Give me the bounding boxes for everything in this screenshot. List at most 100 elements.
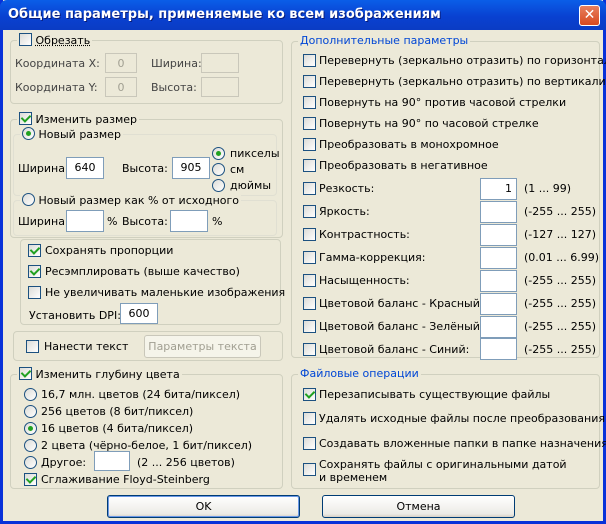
crop-height-input[interactable]	[201, 77, 239, 97]
balance-red-label: Цветовой баланс - Красный:	[319, 297, 484, 310]
coord-x-input[interactable]: 0	[105, 53, 137, 73]
balance-green-checkbox[interactable]	[303, 320, 316, 333]
rotate-ccw-label: Повернуть на 90° против часовой стрелки	[319, 96, 567, 109]
keep-dates-checkbox[interactable]	[303, 463, 316, 476]
sharpness-label: Резкость:	[319, 182, 375, 195]
percent-radio[interactable]	[22, 193, 35, 206]
unit-inches-radio[interactable]	[212, 179, 225, 192]
monochrome-checkbox[interactable]	[303, 138, 316, 151]
delete-source-checkbox[interactable]	[303, 412, 316, 425]
depth-4bit-label: 16 цветов (4 бита/пиксел)	[41, 422, 194, 435]
coord-y-label: Координата Y:	[15, 81, 98, 94]
gamma-checkbox[interactable]	[303, 251, 316, 264]
text-overlay-checkbox[interactable]	[26, 340, 39, 353]
dpi-label: Установить DPI:	[29, 309, 121, 322]
crop-legend: Обрезать	[17, 33, 93, 47]
color-depth-checkbox[interactable]	[19, 367, 32, 380]
brightness-range: (-255 ... 255)	[524, 205, 597, 218]
percent-label: Новый размер как % от исходного	[38, 194, 240, 207]
coord-x-label: Координата X:	[15, 57, 100, 70]
crop-checkbox[interactable]	[19, 33, 32, 46]
sharpness-input[interactable]: 1	[480, 178, 517, 200]
text-params-button[interactable]: Параметры текста	[144, 335, 261, 358]
new-size-radio[interactable]	[22, 127, 35, 140]
gamma-label: Гамма-коррекция:	[319, 251, 426, 264]
gamma-input[interactable]	[480, 247, 517, 269]
brightness-checkbox[interactable]	[303, 205, 316, 218]
balance-red-input[interactable]	[480, 293, 517, 315]
proportions-group: Сохранять пропорции Ресэмплировать (выше…	[20, 239, 285, 325]
keep-dates-label: Сохранять файлы с оригинальными датой и …	[319, 458, 567, 484]
resize-label: Изменить размер	[35, 113, 138, 126]
new-size-subgroup: Новый размер Ширина: 640 Высота: 905 пик…	[13, 127, 280, 196]
balance-green-input[interactable]	[480, 316, 517, 338]
negative-checkbox[interactable]	[303, 159, 316, 172]
balance-blue-checkbox[interactable]	[303, 343, 316, 356]
resize-width-label: Ширина:	[18, 162, 69, 175]
depth-8bit-radio[interactable]	[24, 405, 37, 418]
close-button[interactable]: ✕	[579, 5, 600, 26]
title-bar[interactable]: Общие параметры, применяемые ко всем изо…	[0, 0, 606, 30]
contrast-checkbox[interactable]	[303, 228, 316, 241]
dpi-input[interactable]: 600	[120, 303, 158, 324]
cancel-button[interactable]: Отмена	[322, 495, 515, 518]
unit-inches-label: дюймы	[230, 179, 271, 192]
pct-height-input[interactable]	[170, 210, 208, 232]
overwrite-label: Перезаписывать существующие файлы	[319, 388, 551, 401]
extra-params-group: Дополнительные параметры Перевернуть (зе…	[291, 34, 606, 360]
depth-other-input[interactable]	[94, 451, 130, 471]
negative-label: Преобразовать в негативное	[319, 159, 488, 172]
depth-24bit-radio[interactable]	[24, 388, 37, 401]
extra-legend: Дополнительные параметры	[298, 34, 471, 47]
pct-width-label: Ширина:	[18, 215, 69, 228]
resize-width-input[interactable]: 640	[66, 157, 104, 179]
resize-height-input[interactable]: 905	[172, 157, 210, 179]
no-enlarge-label: Не увеличивать маленькие изображения	[45, 286, 286, 299]
depth-other-label: Другое:	[41, 456, 87, 469]
saturation-input[interactable]	[480, 270, 517, 292]
coord-y-input[interactable]: 0	[105, 77, 137, 97]
flip-v-checkbox[interactable]	[303, 75, 316, 88]
sharpness-checkbox[interactable]	[303, 182, 316, 195]
unit-cm-radio[interactable]	[212, 163, 225, 176]
saturation-checkbox[interactable]	[303, 274, 316, 287]
rotate-ccw-checkbox[interactable]	[303, 96, 316, 109]
contrast-input[interactable]	[480, 224, 517, 246]
resize-checkbox[interactable]	[19, 112, 32, 125]
rotate-cw-checkbox[interactable]	[303, 117, 316, 130]
no-enlarge-checkbox[interactable]	[28, 286, 41, 299]
depth-other-radio[interactable]	[24, 456, 37, 469]
percent-subgroup: Новый размер как % от исходного Ширина: …	[13, 193, 277, 236]
keep-proportions-checkbox[interactable]	[28, 244, 41, 257]
depth-4bit-radio[interactable]	[24, 422, 37, 435]
depth-1bit-label: 2 цвета (чёрно-белое, 1 бит/пиксел)	[41, 439, 253, 452]
overwrite-checkbox[interactable]	[303, 388, 316, 401]
crop-width-input[interactable]	[201, 53, 239, 73]
resize-height-label: Высота:	[122, 162, 168, 175]
unit-pixels-radio[interactable]	[212, 147, 225, 160]
text-overlay-label: Нанести текст	[44, 340, 129, 353]
pct-width-input[interactable]	[66, 210, 104, 232]
crop-width-label: Ширина:	[151, 57, 202, 70]
color-depth-group: Изменить глубину цвета 16,7 млн. цветов …	[10, 367, 283, 489]
file-ops-legend: Файловые операции	[298, 367, 421, 380]
contrast-label: Контрастность:	[319, 228, 410, 241]
saturation-range: (-255 ... 255)	[524, 274, 597, 287]
depth-1bit-radio[interactable]	[24, 439, 37, 452]
ok-button[interactable]: OK	[107, 495, 300, 518]
balance-blue-input[interactable]	[480, 338, 517, 360]
color-depth-label: Изменить глубину цвета	[35, 368, 180, 381]
pct-width-sign: %	[107, 215, 118, 228]
pct-height-label: Высота:	[122, 215, 168, 228]
resize-legend: Изменить размер	[17, 112, 139, 126]
flip-h-checkbox[interactable]	[303, 54, 316, 67]
saturation-label: Насыщенность:	[319, 274, 410, 287]
resample-label: Ресэмплировать (выше качество)	[45, 265, 240, 278]
brightness-input[interactable]	[480, 201, 517, 223]
balance-red-checkbox[interactable]	[303, 297, 316, 310]
resample-checkbox[interactable]	[28, 265, 41, 278]
depth-8bit-label: 256 цветов (8 бит/пиксел)	[41, 405, 194, 418]
subfolders-checkbox[interactable]	[303, 437, 316, 450]
dither-checkbox[interactable]	[24, 473, 37, 486]
sharpness-range: (1 ... 99)	[524, 182, 572, 195]
